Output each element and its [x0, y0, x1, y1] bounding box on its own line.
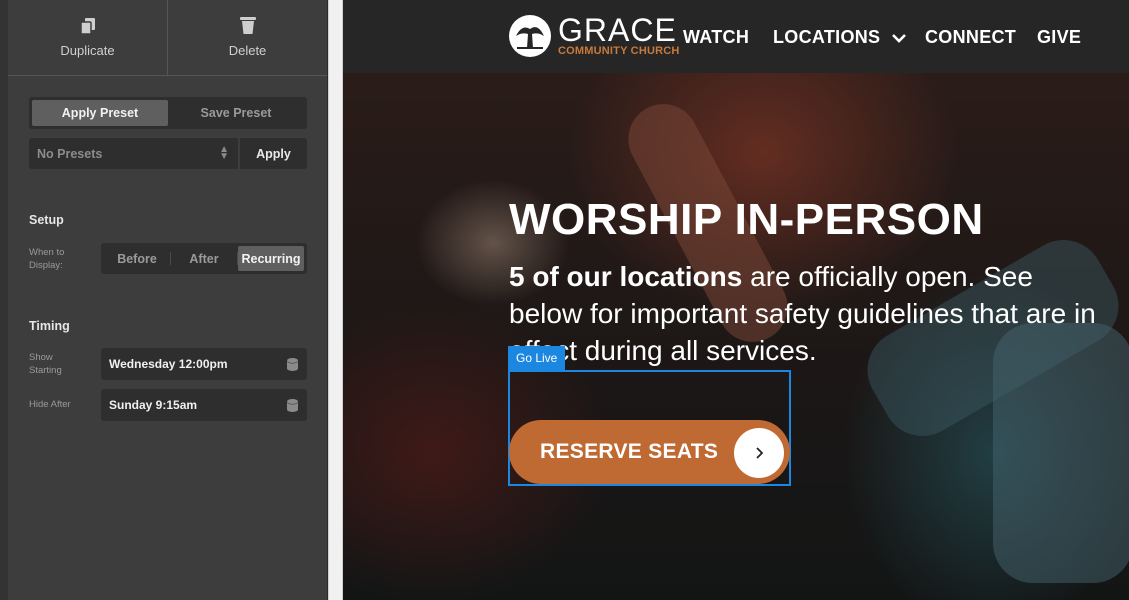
logo-subtitle: COMMUNITY CHURCH: [558, 45, 680, 57]
show-starting-label: Show Starting: [29, 352, 62, 376]
tab-save-preset[interactable]: Save Preset: [168, 100, 304, 126]
show-starting-value: Wednesday 12:00pm: [109, 357, 228, 371]
nav-connect[interactable]: CONNECT: [925, 27, 1016, 48]
site-header: GRACE COMMUNITY CHURCH WATCH LOCATIONS C…: [343, 0, 1129, 73]
hide-after-label: Hide After: [29, 399, 71, 410]
database-icon: [287, 399, 298, 412]
nav-locations-label: LOCATIONS: [773, 27, 881, 47]
when-to-display-label: When to Display:: [29, 247, 65, 271]
nav-give[interactable]: GIVE: [1037, 27, 1081, 48]
hide-after-field[interactable]: Sunday 9:15am: [101, 389, 307, 421]
select-caret-icon: ▲ ▼: [219, 144, 229, 162]
hero-title: WORSHIP IN-PERSON: [509, 195, 984, 244]
show-starting-field[interactable]: Wednesday 12:00pm: [101, 348, 307, 380]
option-before[interactable]: Before: [104, 246, 170, 271]
site-preview: GRACE COMMUNITY CHURCH WATCH LOCATIONS C…: [343, 0, 1129, 600]
tab-apply-preset[interactable]: Apply Preset: [32, 100, 168, 126]
go-live-tag[interactable]: Go Live: [508, 346, 566, 370]
preset-select-value: No Presets: [37, 146, 103, 161]
editor-panel: Duplicate Delete Apply Preset Save Prese…: [0, 0, 328, 600]
delete-button[interactable]: Delete: [168, 0, 327, 75]
chevron-right-icon: [734, 428, 784, 478]
display-mode-toggle: Before After Recurring: [101, 243, 307, 274]
top-actions: Duplicate Delete: [8, 0, 327, 76]
duplicate-button[interactable]: Duplicate: [8, 0, 168, 75]
setup-title: Setup: [29, 213, 64, 227]
trash-icon: [239, 17, 256, 34]
logo-tree-icon: [509, 15, 551, 57]
panel-edge: [0, 0, 8, 600]
site-logo[interactable]: GRACE COMMUNITY CHURCH: [508, 14, 680, 58]
panel-splitter[interactable]: [328, 0, 343, 600]
duplicate-icon: [80, 17, 95, 34]
reserve-seats-button[interactable]: RESERVE SEATS: [509, 420, 790, 484]
nav-watch[interactable]: WATCH: [683, 27, 749, 48]
chevron-down-icon: [891, 34, 906, 43]
apply-preset-button[interactable]: Apply: [240, 138, 307, 169]
hero-body-highlight: 5 of our locations: [509, 261, 743, 292]
duplicate-label: Duplicate: [60, 42, 115, 58]
delete-label: Delete: [228, 43, 267, 58]
database-icon: [287, 358, 298, 371]
preset-tabs: Apply Preset Save Preset: [29, 97, 307, 129]
option-recurring[interactable]: Recurring: [238, 246, 304, 271]
reserve-seats-label: RESERVE SEATS: [540, 440, 719, 463]
timing-title: Timing: [29, 319, 70, 333]
hero-body: 5 of our locations are officially open. …: [509, 258, 1109, 369]
logo-title: GRACE: [558, 12, 677, 48]
option-after[interactable]: After: [171, 246, 237, 271]
hide-after-value: Sunday 9:15am: [109, 398, 198, 412]
preset-select[interactable]: No Presets ▲ ▼: [29, 138, 238, 169]
nav-locations[interactable]: LOCATIONS: [773, 27, 906, 48]
